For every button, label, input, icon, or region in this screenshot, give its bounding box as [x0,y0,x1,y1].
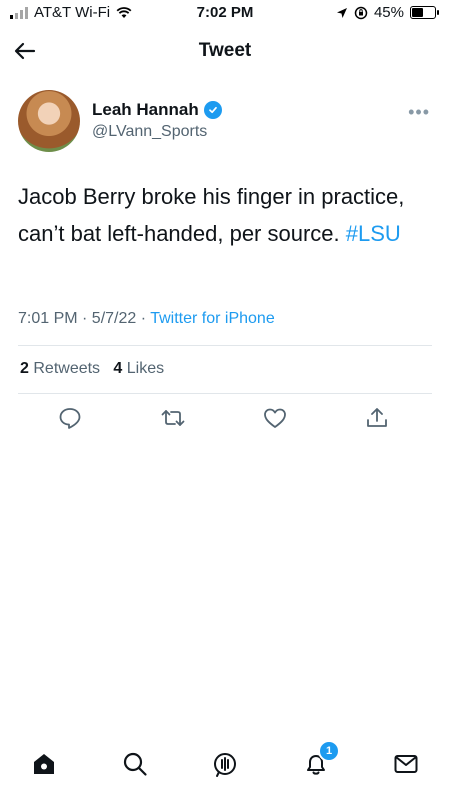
notification-badge: 1 [318,740,340,762]
retweet-icon[interactable] [160,405,186,431]
messages-icon[interactable] [392,750,420,778]
status-bar: AT&T Wi-Fi 7:02 PM 45% [0,0,450,28]
likes-label: Likes [126,360,165,377]
author-name: Leah Hannah [92,100,199,119]
retweets-stat[interactable]: 2 Retweets [20,360,100,377]
divider [18,345,432,346]
tweet-timestamp: 7:01 PM · 5/7/22 · [18,310,151,327]
battery-percent: 45% [373,4,404,21]
header: Tweet [0,28,450,74]
tweet-meta: 7:01 PM · 5/7/22 · Twitter for iPhone [18,310,275,328]
hashtag-link[interactable]: #LSU [346,221,401,246]
tweet-actions [0,405,450,435]
orientation-lock-icon [354,6,368,19]
retweets-count: 2 [20,360,29,377]
share-icon[interactable] [364,405,390,431]
likes-stat[interactable]: 4 Likes [113,360,164,377]
search-icon[interactable] [121,750,149,778]
more-options-icon[interactable]: ••• [408,102,430,123]
divider [18,393,432,394]
avatar[interactable] [18,90,80,152]
retweets-label: Retweets [33,360,101,377]
client-link[interactable]: Twitter for iPhone [150,310,275,327]
reply-icon[interactable] [57,405,83,431]
tweet-text: Jacob Berry broke his finger in practice… [18,178,432,252]
tweet-stats: 2 Retweets 4 Likes [20,360,164,378]
status-right: 45% [336,4,439,21]
like-icon[interactable] [262,405,288,431]
notifications-tab[interactable]: 1 [302,740,340,778]
page-title: Tweet [198,40,252,61]
verified-badge-icon [203,101,222,119]
author-handle: @LVann_Sports [92,123,208,140]
spaces-icon[interactable] [211,750,239,778]
battery-icon [410,6,439,19]
location-icon [336,7,347,18]
tab-bar: 1 [0,740,450,786]
home-icon[interactable] [30,750,58,778]
likes-count: 4 [113,360,123,377]
author-block[interactable]: Leah Hannah @LVann_Sports [92,100,222,141]
